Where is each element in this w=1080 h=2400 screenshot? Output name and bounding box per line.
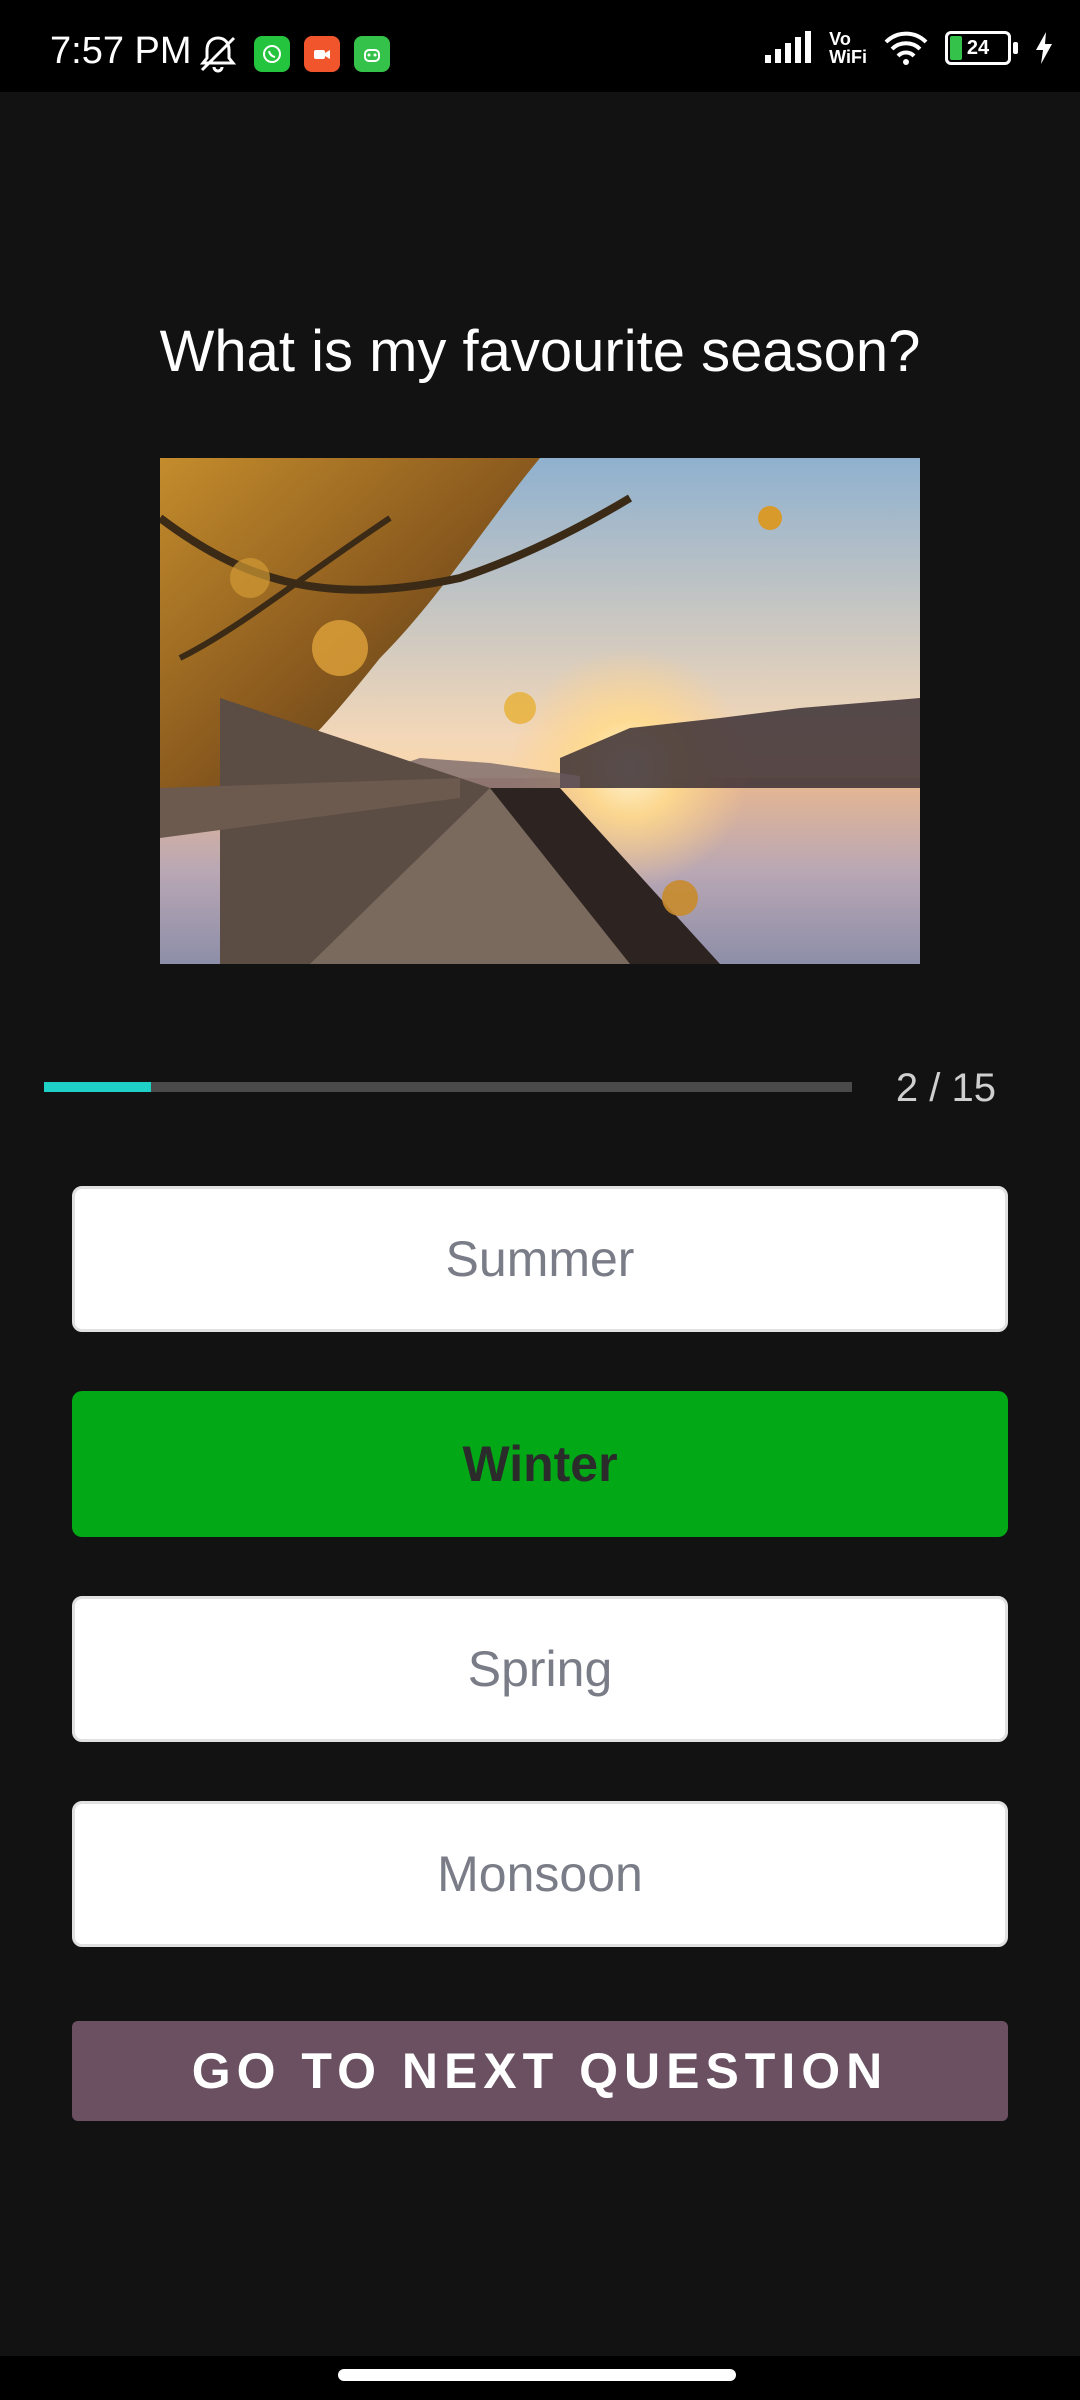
- whatsapp-icon: [254, 36, 290, 72]
- signal-icon: [765, 31, 812, 63]
- wifi-icon: [884, 31, 928, 65]
- mute-icon: [199, 36, 237, 73]
- charging-icon: [1036, 32, 1052, 64]
- progress-bar: [44, 1082, 852, 1092]
- question-text: What is my favourite season?: [159, 319, 921, 384]
- progress-counter: 2 / 15: [895, 1066, 996, 1110]
- wifi-label: WiFi: [829, 47, 867, 67]
- android-app-icon: [354, 36, 390, 72]
- status-bar: 7:57 PM Vo WiFi 24: [0, 0, 1080, 92]
- option-spring[interactable]: Spring: [72, 1596, 1008, 1742]
- status-time: 7:57 PM: [50, 30, 192, 72]
- progress-fill: [44, 1082, 152, 1092]
- home-gesture-handle[interactable]: [338, 2369, 736, 2381]
- battery-level: 24: [966, 36, 990, 59]
- question-image: [160, 458, 920, 964]
- vo-label: Vo: [829, 29, 851, 49]
- option-summer[interactable]: Summer: [72, 1186, 1008, 1332]
- video-app-icon: [304, 36, 340, 72]
- battery-icon: 24: [945, 31, 1011, 65]
- option-monsoon[interactable]: Monsoon: [72, 1801, 1008, 1947]
- option-winter[interactable]: Winter: [72, 1391, 1008, 1537]
- next-question-button[interactable]: GO TO NEXT QUESTION: [72, 2021, 1008, 2121]
- vowifi-icon: Vo WiFi: [829, 30, 867, 66]
